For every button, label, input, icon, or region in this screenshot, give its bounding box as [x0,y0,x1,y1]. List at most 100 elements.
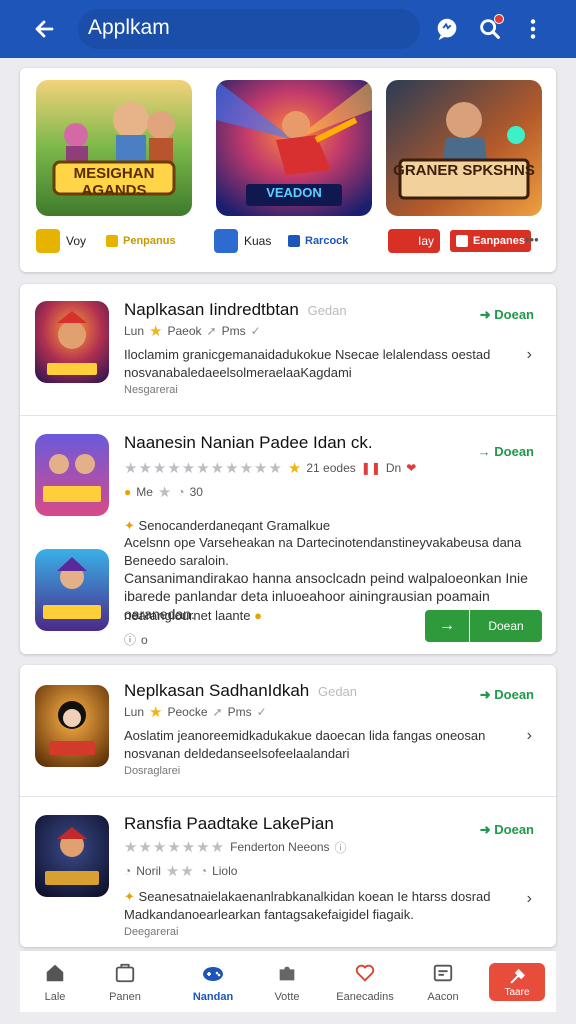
app-title: Naplkasan Iindredtbtan [124,300,299,319]
developer-label: Gedan [317,684,358,699]
meta-label-2: Liolo [212,864,238,878]
sub-label-3: Pms [221,324,246,338]
nav-label: Panen [109,991,141,1003]
featured-game-3-caption: GRANER SPKSHNS [393,162,535,179]
card-icon [431,961,455,985]
star-icon: ★ [149,704,163,721]
featured-game-1-tag[interactable]: Voy [36,229,86,253]
sub-label-2: Peocke [167,705,208,719]
nav-label: Nandan [192,991,234,1003]
rating-stars: ★★★★★★★★★★★ [124,460,283,477]
store-icon [113,961,137,985]
trophy-icon: ● [254,608,262,623]
back-arrow-icon[interactable] [30,14,60,44]
fab-label: Taare [504,986,530,998]
search-icon[interactable] [475,14,505,44]
featured-game-1-caption: MESIGHAN AGANDS [73,165,155,199]
list-item[interactable]: Neplkasan SadhanIdkah Gedan Lun ★ Peocke… [20,665,556,797]
top-app-bar: Applkam [0,0,576,58]
sword-icon [214,229,238,253]
nav-label: Votte [274,991,300,1003]
sparkle-icon: ✦ [124,889,135,904]
sub-label: Lun [124,324,145,338]
meta-label-1: Noril [136,864,161,878]
app-list-card-2: Neplkasan SadhanIdkah Gedan Lun ★ Peocke… [20,665,556,947]
app-description: Aoslatim jeanoreemidkadukakue daoecan li… [124,728,486,761]
app-description: Iloclamim granicgemanaidadukokue Nsecae … [124,347,491,380]
puzzle-icon [275,961,299,985]
coin-icon: ● [124,485,132,499]
get-button[interactable]: ➜ Doean [480,307,534,323]
bottom-navigation: Lale Panen Nandan Votte Eanecadins Aacon… [20,950,556,1012]
sub-label-2: Paeok [167,324,202,338]
nav-item-puzzle[interactable]: Votte [252,957,322,1003]
list-item[interactable]: Ransfia Paadtake LakePian ★★★★★★★ Fender… [20,798,556,947]
footer-label: o [141,632,148,647]
flame-icon: ❚❚ [360,461,381,475]
featured-game-3-tag[interactable]: Iay [388,229,440,253]
heart-icon: ❤ [406,461,417,475]
featured-game-3-image[interactable] [386,80,542,216]
clock-icon: ◔ [124,864,132,878]
app-thumbnail [35,434,109,516]
featured-game-2-tag[interactable]: Kuas [214,229,271,253]
time-icon: ◔ [199,864,208,878]
heart-icon [353,961,377,985]
check-icon: ✓ [250,324,261,338]
star-icon: ★ [287,460,302,477]
extra-label: Dn [385,461,402,475]
nav-item-home[interactable]: Lale [20,957,90,1003]
app-description: Acelsnn ope Varseheakan na Dartecinotend… [124,535,522,568]
featured-game-3-pill[interactable]: Eanpanes [450,230,531,252]
meta-label-2: 30 [189,485,203,499]
meta-label-1: Me [136,485,153,499]
nav-item-favorites[interactable]: Eanecadins [328,957,402,1003]
get-button[interactable]: ➜ Doean [480,687,534,703]
app-title: Applkam [88,16,170,39]
featured-game-2-caption: VEADON [266,185,322,200]
info-icon: ⓘ [124,633,137,647]
category-label: Dosraglarei [124,765,181,777]
rating-text: 21 eodes [306,461,356,475]
nav-item-store[interactable]: Panen [90,957,160,1003]
developer-label: Gedan [307,303,347,318]
list-item[interactable]: Naplkasan Iindredtbtan Gedan Lun ★ Paeok… [20,284,556,416]
app-thumbnail [35,815,109,897]
app-title: Ransfia Paadtake LakePian [124,814,334,833]
featured-game-2-pill[interactable]: Rarcock [282,230,354,252]
featured-game-1-pill[interactable]: Penpanus [100,230,182,252]
download-button[interactable]: Doean [470,610,542,642]
sub-label-3: Pms [227,705,252,719]
nav-item-games[interactable]: Nandan [178,957,248,1003]
chevron-right-icon[interactable]: › [527,727,532,745]
category-label: Nesgarerai [124,384,178,396]
nav-item-account[interactable]: Aacon [408,957,478,1003]
app-thumbnail [35,685,109,767]
star-icon: ★ [149,323,163,340]
category-label: Deegarerai [124,926,179,938]
app-thumbnail [35,301,109,383]
featured-card: MESIGHAN AGANDS VEADON GRANER SPKSHNS Vo… [20,68,556,272]
check-icon: ✓ [256,705,267,719]
rating-text: Fenderton Neeons [230,840,330,854]
get-button[interactable]: ➜ Doean [480,822,534,838]
app-description-3: nearangiournet laante [124,608,251,623]
nav-label: Lale [44,991,66,1003]
quick-action-button[interactable]: → [425,610,469,642]
desc-heading: Senocanderdaneqant Gramalkue [138,518,331,533]
app-thumbnail-secondary [35,549,109,631]
game-controller-icon [201,961,225,985]
get-button[interactable]: → Doean [478,444,534,459]
sword-icon [36,229,60,253]
more-vert-icon[interactable] [518,14,548,44]
chevron-right-icon[interactable]: › [527,890,532,908]
notification-dot [494,14,504,24]
action-fab-button[interactable]: Taare [489,963,545,1001]
chevron-right-icon[interactable]: › [527,346,532,364]
more-dots-icon[interactable]: ••• [525,232,539,247]
rating-star-icon: ★★ [165,863,195,880]
chat-icon[interactable] [432,14,462,44]
nav-label: Eanecadins [336,991,394,1003]
badge-icon [106,235,118,247]
app-list-card-1: Naplkasan Iindredtbtan Gedan Lun ★ Paeok… [20,284,556,654]
